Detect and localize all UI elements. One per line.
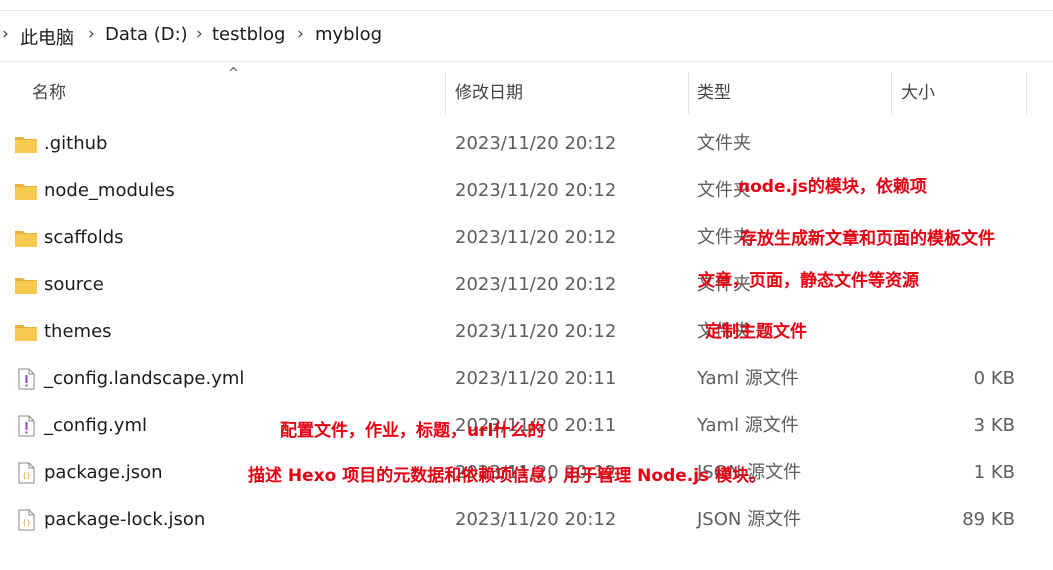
svg-text:{}: {} [22,472,30,480]
folder-icon [15,231,37,247]
yaml-file-icon [18,368,35,390]
annotation-node-modules: node.js的模块，依赖项 [738,177,927,197]
file-type: Yaml 源文件 [697,368,799,389]
file-type: Yaml 源文件 [697,415,799,436]
file-size: 0 KB [973,368,1015,389]
file-type: 文件夹 [697,133,751,154]
column-divider[interactable] [688,72,689,114]
column-header-size[interactable]: 大小 [901,72,935,114]
column-header-name[interactable]: 名称 [32,72,66,114]
file-name: package-lock.json [44,509,206,530]
breadcrumb-separator-icon[interactable]: › [196,24,203,44]
file-name: node_modules [44,180,175,201]
list-item[interactable]: themes 2023/11/20 20:12 文件夹 [0,308,1053,355]
svg-text:{}: {} [22,519,30,527]
folder-icon [15,137,37,153]
sort-ascending-icon: ^ [228,66,239,81]
file-name: package.json [44,462,163,483]
json-file-icon: {} [18,509,35,531]
file-name: source [44,274,104,295]
file-name: .github [44,133,108,154]
breadcrumb-separator-icon[interactable]: › [88,24,95,44]
file-size [900,120,1015,167]
file-size: 3 KB [973,415,1015,436]
file-type: JSON 源文件 [697,509,802,530]
file-date: 2023/11/20 20:12 [455,133,617,154]
annotation-config: 配置文件，作业，标题，url什么的 [280,421,545,441]
breadcrumb[interactable]: › 此电脑 › Data (D:) › testblog › myblog [0,11,1053,62]
file-date: 2023/11/20 20:12 [455,180,617,201]
file-date: 2023/11/20 20:12 [455,274,617,295]
file-date: 2023/11/20 20:12 [455,509,617,530]
annotation-themes: 定制主题文件 [705,322,807,342]
yaml-file-icon [18,415,35,437]
file-name: _config.landscape.yml [44,368,245,389]
folder-icon [15,278,37,294]
file-date: 2023/11/20 20:12 [455,227,617,248]
list-item[interactable]: {} package-lock.json 2023/11/20 20:12 JS… [0,496,1053,543]
file-date: 2023/11/20 20:12 [455,321,617,342]
column-header-date[interactable]: 修改日期 [455,72,523,114]
folder-icon [15,184,37,200]
column-header-row: ^ 名称 修改日期 类型 大小 [0,66,1053,114]
folder-icon [15,325,37,341]
file-name: _config.yml [44,415,147,436]
json-file-icon: {} [18,462,35,484]
breadcrumb-separator-icon[interactable]: › [297,24,304,44]
list-item[interactable]: _config.landscape.yml 2023/11/20 20:11 Y… [0,355,1053,402]
file-name: themes [44,321,112,342]
file-name: scaffolds [44,227,124,248]
column-divider[interactable] [891,72,892,114]
breadcrumb-this-pc[interactable]: 此电脑 [20,24,74,50]
breadcrumb-drive-d[interactable]: Data (D:) [105,24,188,45]
file-size [900,308,1015,355]
column-divider[interactable] [1026,72,1027,114]
list-item[interactable]: .github 2023/11/20 20:12 文件夹 [0,120,1053,167]
annotation-source: 文章，页面，静态文件等资源 [698,271,919,291]
file-size: 89 KB [962,509,1015,530]
file-date: 2023/11/20 20:11 [455,368,617,389]
file-size: 1 KB [973,462,1015,483]
breadcrumb-myblog[interactable]: myblog [315,24,382,45]
annotation-scaffolds: 存放生成新文章和页面的模板文件 [740,229,995,249]
breadcrumb-testblog[interactable]: testblog [212,24,285,45]
column-divider[interactable] [445,72,446,114]
top-edge [0,0,1053,11]
annotation-package: 描述 Hexo 项目的元数据和依赖项信息，用于管理 Node.js 模块。 [248,466,767,486]
breadcrumb-chevron-icon[interactable]: › [2,24,9,44]
column-header-type[interactable]: 类型 [697,72,731,114]
